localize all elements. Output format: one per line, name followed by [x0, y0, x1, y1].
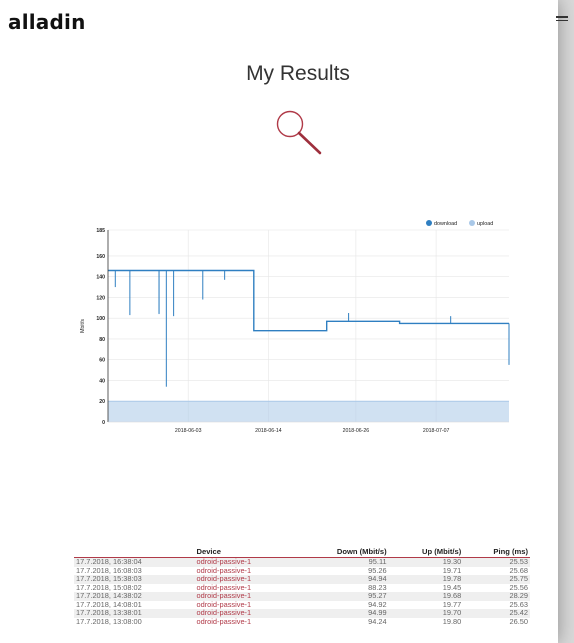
col-header-down[interactable]: Down (Mbit/s)	[295, 546, 389, 558]
table-row[interactable]: 17.7.2018, 13:38:01 odroid-passive-1 94.…	[74, 608, 530, 618]
cell-ping: 26.50	[509, 616, 529, 626]
col-header-device[interactable]: Device	[194, 546, 296, 558]
cell-device[interactable]: odroid-passive-1	[194, 617, 295, 627]
y-tick-label: 60	[99, 358, 105, 364]
speed-chart: 0 20 40 60 80 100 120 140 160 185 2018-06-03 2018-0…	[72, 214, 522, 449]
x-tick-label: 2018-06-03	[175, 428, 202, 434]
col-header-date[interactable]	[74, 546, 195, 558]
speed-chart-svg: 0 20 40 60 80 100 120 140 160 185 2018-06-03 2018-0…	[80, 220, 510, 434]
legend-swatch-upload	[469, 220, 475, 226]
table-row[interactable]: 17.7.2018, 15:38:03 odroid-passive-1 94.…	[74, 574, 530, 584]
y-tick-label: 20	[99, 399, 105, 405]
table-row[interactable]: 17.7.2018, 16:08:03 odroid-passive-1 95.…	[74, 566, 530, 576]
table-row[interactable]: 17.7.2018, 15:08:02 odroid-passive-1 88.…	[74, 583, 530, 593]
x-tick-label: 2018-06-26	[343, 428, 370, 434]
y-tick-label: 160	[96, 254, 105, 260]
legend-label-upload: upload	[477, 221, 493, 227]
table-row[interactable]: 17.7.2018, 16:38:04 odroid-passive-1 95.…	[74, 557, 530, 567]
table-row[interactable]: 17.7.2018, 13:08:00 odroid-passive-1 94.…	[74, 616, 530, 627]
legend-label-download: download	[434, 221, 457, 227]
y-tick-label: 140	[96, 275, 105, 281]
y-tick-label: 120	[96, 295, 105, 301]
table-header-row: Device Down (Mbit/s) Up (Mbit/s) Ping (m…	[74, 546, 530, 558]
page-title: My Results	[246, 62, 350, 85]
upload-area	[108, 401, 509, 422]
hamburger-menu-icon[interactable]	[556, 14, 568, 26]
y-tick-label: 40	[99, 378, 105, 384]
download-line	[108, 269, 509, 332]
table-row[interactable]: 17.7.2018, 14:08:01 odroid-passive-1 94.…	[74, 600, 530, 610]
cell-down: 94.24	[368, 616, 387, 626]
app-logo[interactable]: alladin	[8, 10, 86, 34]
y-axis-label: Mbit/s	[80, 319, 86, 333]
table-row[interactable]: 17.7.2018, 14:38:02 odroid-passive-1 95.…	[74, 591, 530, 601]
cell-date: 17.7.2018, 13:08:00	[76, 616, 142, 626]
cell-up: 19.80	[442, 616, 462, 626]
legend-swatch-download	[426, 220, 432, 226]
results-page: alladin My Results 0 20 40 60 80 100 120 140 160…	[0, 0, 558, 643]
y-tick-label: 185	[96, 228, 105, 234]
y-tick-label: 0	[102, 420, 105, 426]
col-header-ping[interactable]: Ping (ms)	[463, 546, 530, 558]
y-tick-label: 80	[99, 337, 105, 343]
col-header-up[interactable]: Up (Mbit/s)	[388, 546, 464, 558]
magnifier-icon[interactable]	[272, 105, 324, 162]
y-tick-label: 100	[96, 316, 105, 322]
x-tick-label: 2018-06-14	[255, 428, 282, 434]
results-table: Device Down (Mbit/s) Up (Mbit/s) Ping (m…	[74, 546, 530, 626]
x-tick-label: 2018-07-07	[423, 428, 450, 434]
